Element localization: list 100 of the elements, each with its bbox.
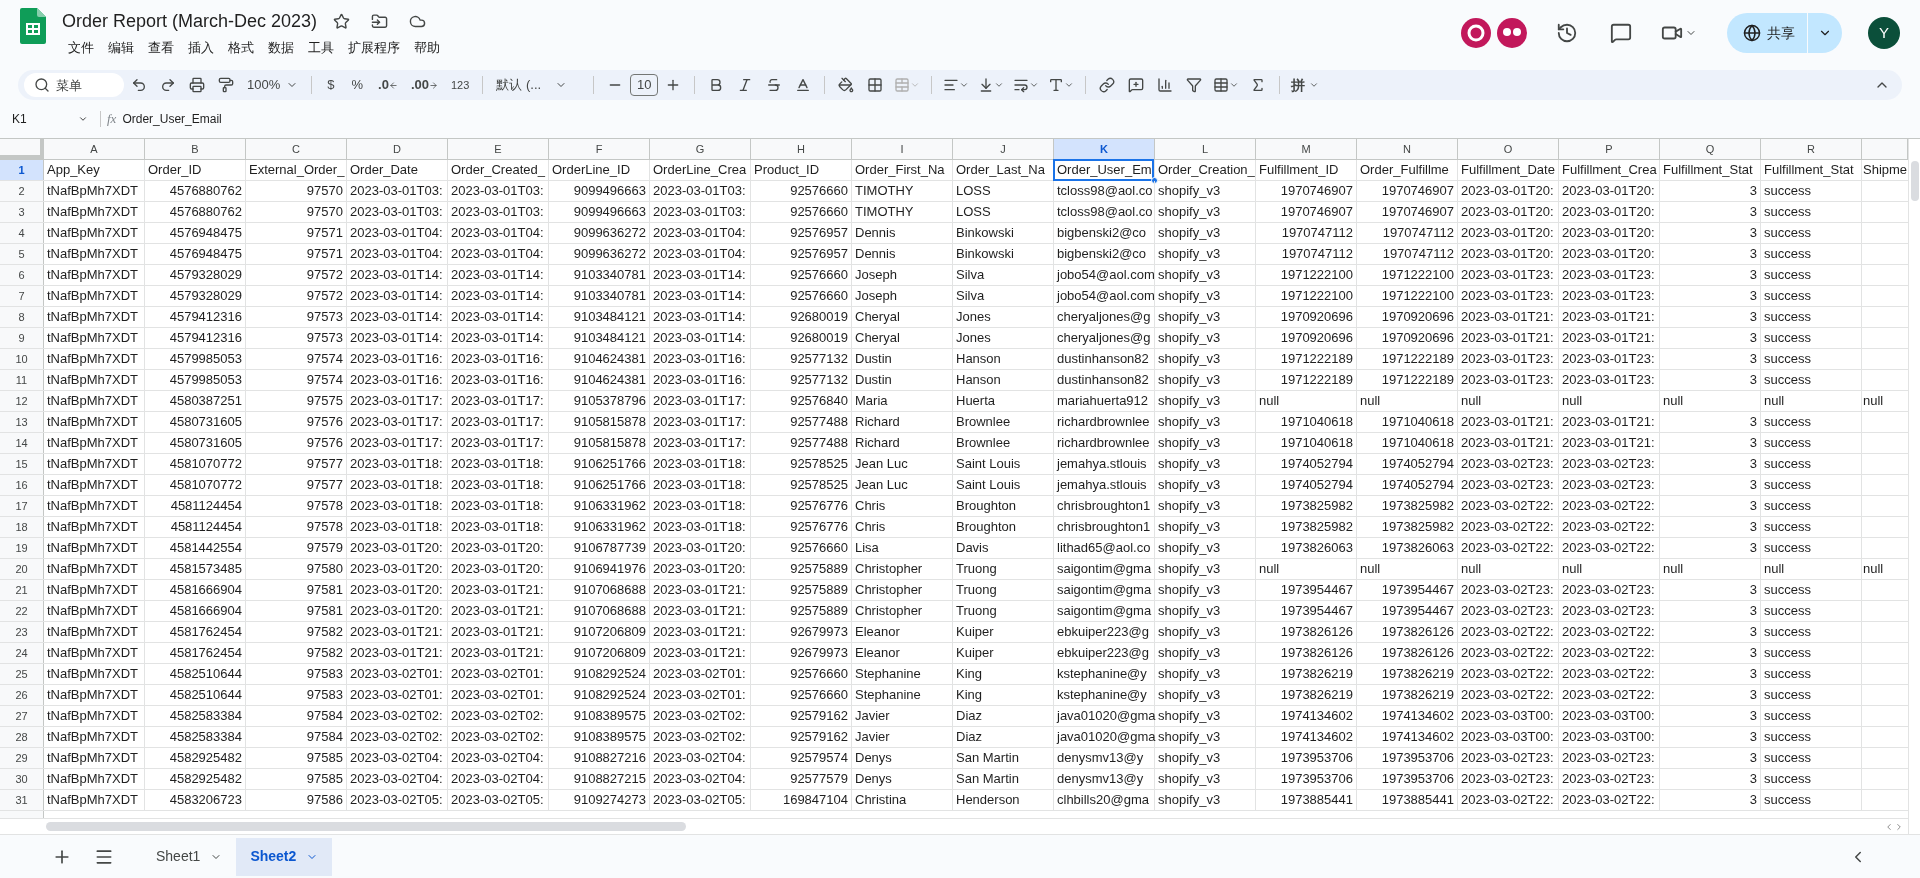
column-header[interactable]: C bbox=[246, 139, 347, 159]
table-cell-text: 9107206809 bbox=[573, 623, 646, 642]
sheets-logo-icon[interactable] bbox=[20, 8, 46, 44]
zoom-dropdown[interactable]: 100% bbox=[241, 75, 305, 95]
avatar-icon[interactable] bbox=[1461, 18, 1491, 48]
table-cell-text: jobo54@aol.com bbox=[1057, 266, 1155, 285]
row-number[interactable]: 18 bbox=[0, 517, 44, 537]
row-number[interactable]: 5 bbox=[0, 244, 44, 264]
menu-item[interactable]: 工具 bbox=[302, 36, 340, 60]
formula-field[interactable]: Order_User_Email bbox=[122, 110, 1908, 128]
column-header[interactable]: B bbox=[145, 139, 246, 159]
column-header[interactable]: O bbox=[1458, 139, 1559, 159]
row-number[interactable]: 4 bbox=[0, 223, 44, 243]
row-number[interactable]: 10 bbox=[0, 349, 44, 369]
column-header[interactable]: I bbox=[852, 139, 953, 159]
column-header[interactable]: D bbox=[347, 139, 448, 159]
table-cell-text: 3 bbox=[1749, 287, 1757, 306]
menu-item[interactable]: 格式 bbox=[222, 36, 260, 60]
account-avatar[interactable]: Y bbox=[1868, 17, 1900, 49]
column-header[interactable]: Q bbox=[1660, 139, 1761, 159]
column-header[interactable]: H bbox=[751, 139, 852, 159]
table-cell-text: Product_ID bbox=[754, 161, 820, 180]
row-number[interactable]: 2 bbox=[0, 181, 44, 201]
row-number[interactable]: 3 bbox=[0, 202, 44, 222]
row-number[interactable]: 29 bbox=[0, 748, 44, 768]
table-cell-text: 2023-03-03T00: bbox=[1562, 707, 1655, 726]
search-field[interactable]: 菜单 bbox=[24, 73, 124, 97]
increase-decimal-button[interactable]: .00 bbox=[404, 75, 444, 95]
row-number[interactable]: 22 bbox=[0, 601, 44, 621]
menu-item[interactable]: 插入 bbox=[182, 36, 220, 60]
table-cell-text: success bbox=[1764, 518, 1811, 537]
number-format-button[interactable]: 123 bbox=[444, 76, 476, 94]
table-cell-text: 92579574 bbox=[790, 749, 848, 768]
row-number[interactable]: 17 bbox=[0, 496, 44, 516]
row-number[interactable]: 14 bbox=[0, 433, 44, 453]
active-cell[interactable]: Order_User_Em bbox=[1053, 159, 1154, 181]
column-header[interactable]: E bbox=[448, 139, 549, 159]
row-number[interactable]: 23 bbox=[0, 622, 44, 642]
column-header[interactable]: P bbox=[1559, 139, 1660, 159]
sheet-tab[interactable]: Sheet1 bbox=[142, 837, 237, 876]
input-method-button[interactable]: 拼 bbox=[1287, 74, 1324, 96]
row-number[interactable]: 9 bbox=[0, 328, 44, 348]
row-number[interactable]: 11 bbox=[0, 370, 44, 390]
column-header[interactable]: G bbox=[650, 139, 751, 159]
row-number[interactable]: 24 bbox=[0, 643, 44, 663]
font-size-field[interactable]: 10 bbox=[630, 74, 659, 96]
table-cell-text: 1974052794 bbox=[1280, 455, 1353, 474]
row-number[interactable]: 7 bbox=[0, 286, 44, 306]
menu-item[interactable]: 文件 bbox=[62, 36, 100, 60]
table-cell-text: Denys bbox=[855, 749, 892, 768]
menu-item[interactable]: 查看 bbox=[142, 36, 180, 60]
sheet-tab[interactable]: Sheet2 bbox=[236, 837, 333, 876]
avatar-icon[interactable] bbox=[1497, 18, 1527, 48]
currency-button[interactable]: $ bbox=[319, 75, 343, 95]
row-number[interactable]: 13 bbox=[0, 412, 44, 432]
menu-item[interactable]: 扩展程序 bbox=[342, 36, 406, 60]
horizontal-scrollbar[interactable] bbox=[46, 822, 686, 831]
column-header[interactable]: R bbox=[1761, 139, 1862, 159]
row-number[interactable]: 1 bbox=[0, 160, 44, 180]
table-cell-text: 2023-03-01T18: bbox=[350, 455, 443, 474]
row-number[interactable]: 8 bbox=[0, 307, 44, 327]
table-cell-text: King bbox=[956, 665, 983, 684]
row-number[interactable]: 27 bbox=[0, 706, 44, 726]
row-number[interactable]: 16 bbox=[0, 475, 44, 495]
column-header[interactable]: F bbox=[549, 139, 650, 159]
share-button[interactable]: 共享 bbox=[1727, 13, 1842, 53]
column-header[interactable]: L bbox=[1155, 139, 1256, 159]
table-cell-text: ebkuiper223@g bbox=[1057, 623, 1149, 642]
table-cell-text: 2023-03-01T21: bbox=[1461, 434, 1554, 453]
column-header[interactable]: N bbox=[1357, 139, 1458, 159]
table-cell-text: 2023-03-01T14: bbox=[451, 308, 544, 327]
row-number[interactable]: 30 bbox=[0, 769, 44, 789]
menu-item[interactable]: 数据 bbox=[262, 36, 300, 60]
name-box[interactable]: K1 bbox=[12, 110, 94, 128]
row-number[interactable]: 21 bbox=[0, 580, 44, 600]
table-cell-text: 4582583384 bbox=[169, 707, 242, 726]
table-cell-text: 97582 bbox=[306, 644, 343, 663]
percent-button[interactable]: % bbox=[343, 75, 372, 95]
row-number[interactable]: 12 bbox=[0, 391, 44, 411]
row-number[interactable]: 26 bbox=[0, 685, 44, 705]
vertical-scrollbar[interactable] bbox=[1910, 161, 1919, 201]
row-number[interactable]: 19 bbox=[0, 538, 44, 558]
row-number[interactable]: 31 bbox=[0, 790, 44, 810]
row-number[interactable]: 28 bbox=[0, 727, 44, 747]
table-cell-text: Cheryal bbox=[855, 329, 900, 348]
menu-item[interactable]: 编辑 bbox=[102, 36, 140, 60]
decrease-decimal-button[interactable]: .0 bbox=[372, 75, 404, 95]
font-dropdown[interactable]: 默认 (... bbox=[490, 75, 587, 95]
row-number[interactable]: 20 bbox=[0, 559, 44, 579]
fill-handle[interactable] bbox=[1151, 177, 1158, 184]
column-header[interactable]: K bbox=[1054, 139, 1155, 159]
document-title[interactable]: Order Report (March-Dec 2023) bbox=[62, 9, 318, 33]
row-number[interactable]: 15 bbox=[0, 454, 44, 474]
menu-item[interactable]: 帮助 bbox=[408, 36, 446, 60]
column-header[interactable]: A bbox=[44, 139, 145, 159]
row-number[interactable]: 25 bbox=[0, 664, 44, 684]
column-header[interactable]: M bbox=[1256, 139, 1357, 159]
table-cell-text: 92577488 bbox=[790, 434, 848, 453]
table-cell-text: 2023-03-01T21: bbox=[1562, 329, 1655, 348]
row-number[interactable]: 6 bbox=[0, 265, 44, 285]
